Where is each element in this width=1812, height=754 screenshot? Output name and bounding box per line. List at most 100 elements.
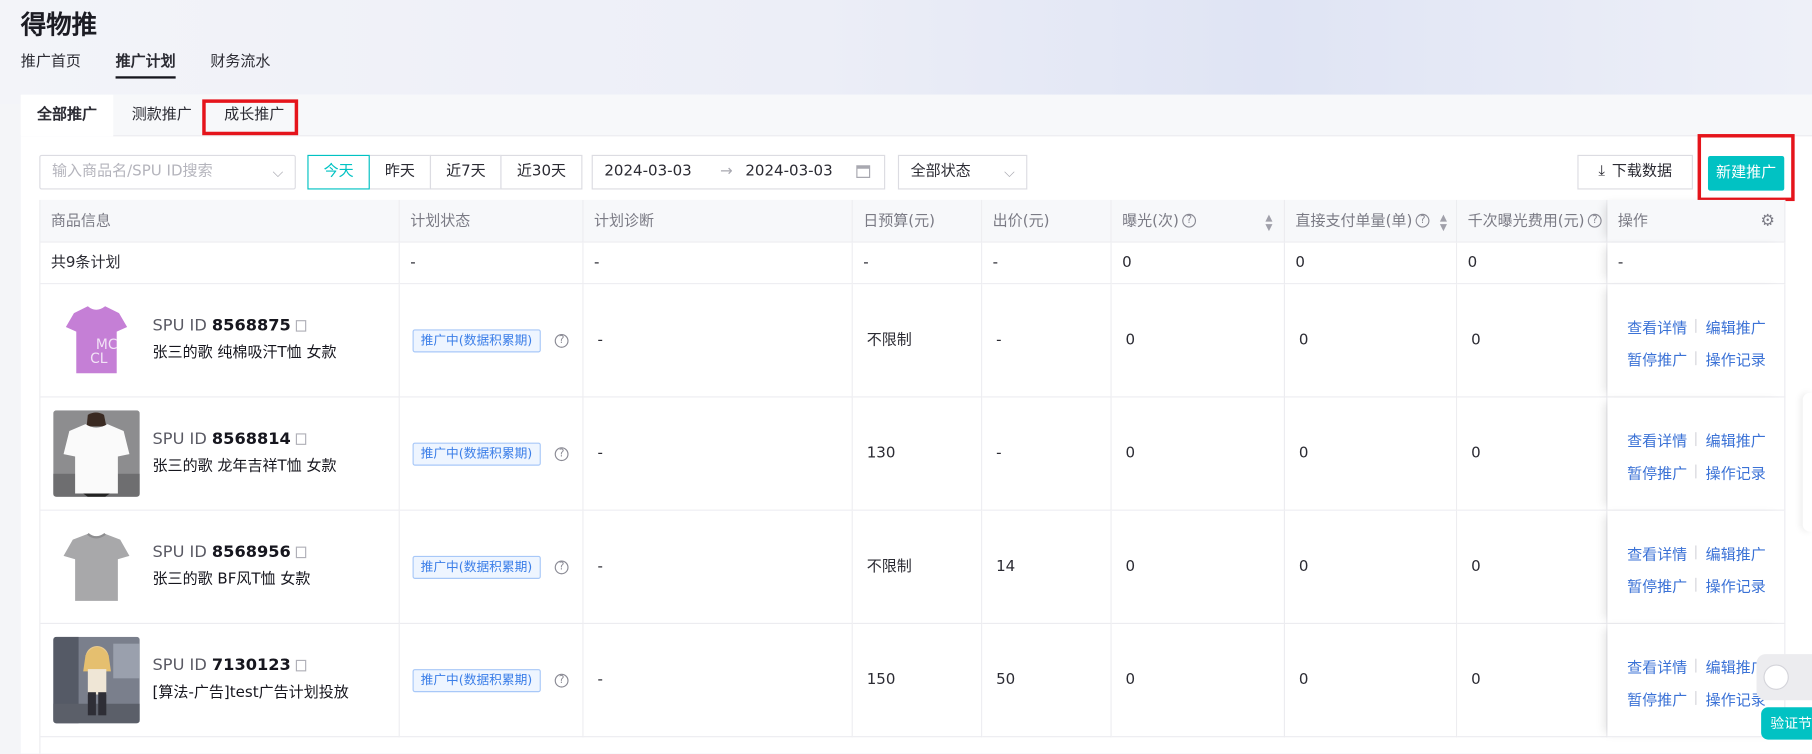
search-input[interactable]: 输入商品名/SPU ID搜索 ⌵	[39, 154, 296, 190]
view-detail-link[interactable]: 查看详情	[1627, 655, 1687, 677]
search-placeholder: 输入商品名/SPU ID搜索	[52, 162, 213, 181]
budget-cell: 150	[852, 624, 983, 738]
gear-icon[interactable]: ⚙	[1760, 200, 1775, 242]
verify-button[interactable]: 验证节	[1761, 707, 1812, 740]
top-nav: 推广首页 推广计划 财务流水	[21, 49, 271, 79]
col-header-cpm-label: 千次曝光费用(元)	[1467, 212, 1585, 230]
date-yesterday-button[interactable]: 昨天	[368, 154, 432, 190]
help-icon[interactable]: ?	[554, 673, 569, 688]
spu-id: SPU ID 8568814	[153, 430, 306, 448]
status-cell: 推广中(数据积累期)?	[399, 284, 584, 398]
view-detail-link[interactable]: 查看详情	[1627, 429, 1687, 450]
status-select[interactable]: 全部状态 ⌵	[897, 154, 1028, 190]
product-name: [算法-广告]test广告计划投放	[152, 684, 349, 702]
spu-id-value: 8568875	[211, 316, 291, 336]
product-info-cell: MC CL SPU ID 8568875 张三的歌 纯棉吸汗T恤 女款	[40, 284, 400, 398]
sort-icon[interactable]: ▲ ▼	[1265, 213, 1272, 232]
date-7days-button[interactable]: 近7天	[429, 154, 502, 190]
col-header-orders[interactable]: 直接支付单量(单)? ▲ ▼	[1285, 199, 1458, 243]
date-range-picker[interactable]: 2024-03-03 → 2024-03-03	[591, 154, 886, 190]
pause-promotion-link[interactable]: 暂停推广	[1627, 688, 1687, 709]
summary-cell: 0	[1285, 242, 1458, 285]
spu-prefix: SPU ID	[152, 543, 207, 562]
cpm-cell: 0	[1457, 284, 1608, 398]
spu-id-value: 8568814	[211, 429, 291, 449]
float-toggle[interactable]	[1756, 654, 1812, 701]
spu-prefix: SPU ID	[152, 429, 207, 449]
product-info-cell: SPU ID 7130123 [算法-广告]test广告计划投放	[40, 624, 400, 738]
pause-promotion-link[interactable]: 暂停推广	[1627, 461, 1687, 483]
pause-promotion-link[interactable]: 暂停推广	[1627, 348, 1687, 369]
orders-cell: 0	[1285, 397, 1458, 511]
product-name: 张三的歌 龙年吉祥T恤 女款	[152, 457, 337, 475]
edit-promotion-link[interactable]: 编辑推广	[1706, 542, 1766, 564]
tab-growth[interactable]: 成长推广	[208, 95, 300, 137]
copy-icon[interactable]	[295, 433, 306, 445]
copy-icon[interactable]	[295, 320, 306, 332]
copy-icon[interactable]	[295, 546, 306, 559]
tab-all[interactable]: 全部推广	[20, 94, 114, 137]
operation-log-link[interactable]: 操作记录	[1706, 348, 1766, 369]
bid-cell: -	[982, 397, 1112, 511]
filter-bar: 输入商品名/SPU ID搜索 ⌵ 今天 昨天 近7天 近30天 2024-03-…	[21, 154, 1812, 191]
cpm-cell: 0	[1457, 510, 1608, 625]
date-today-button[interactable]: 今天	[307, 154, 370, 190]
summary-count: 共9条计划	[40, 242, 400, 285]
link-divider	[1695, 432, 1697, 447]
nav-home[interactable]: 推广首页	[21, 49, 81, 79]
tab-test[interactable]: 测款推广	[116, 95, 208, 137]
product-thumbnail	[53, 410, 140, 497]
orders-cell: 0	[1285, 510, 1458, 625]
col-header-diagnosis: 计划诊断	[583, 199, 853, 243]
link-divider	[1695, 318, 1697, 333]
col-header-actions-label: 操作	[1617, 212, 1648, 230]
new-promotion-button[interactable]: 新建推广	[1707, 156, 1785, 191]
budget-cell: 130	[852, 397, 983, 511]
col-header-bid: 出价(元)	[982, 199, 1112, 243]
chevron-down-icon: ⌵	[272, 164, 284, 181]
diagnosis-cell: -	[583, 284, 853, 398]
budget-cell: 不限制	[852, 510, 983, 625]
spu-id-value: 7130123	[211, 656, 291, 675]
view-detail-link[interactable]: 查看详情	[1627, 542, 1687, 564]
exposure-cell: 0	[1111, 284, 1286, 398]
range-arrow-icon: →	[719, 162, 733, 181]
actions-cell: 查看详情 编辑推广 暂停推广 操作记录	[1607, 510, 1786, 625]
product-info-cell: SPU ID 8568814 张三的歌 龙年吉祥T恤 女款	[40, 397, 400, 511]
operation-log-link[interactable]: 操作记录	[1706, 461, 1766, 483]
app-title: 得物推	[20, 11, 98, 41]
copy-icon[interactable]	[295, 659, 306, 672]
col-header-actions: 操作 ⚙	[1607, 199, 1786, 243]
diagnosis-cell: -	[583, 624, 853, 738]
nav-plans[interactable]: 推广计划	[115, 49, 176, 79]
col-header-exposure[interactable]: 曝光(次)? ▲ ▼	[1111, 199, 1286, 243]
summary-cell: 0	[1457, 242, 1608, 285]
view-detail-link[interactable]: 查看详情	[1627, 315, 1687, 337]
status-cell: 推广中(数据积累期)?	[399, 510, 584, 625]
nav-finance[interactable]: 财务流水	[210, 49, 270, 79]
spu-id: SPU ID 8568875	[153, 317, 306, 335]
end-date: 2024-03-03	[745, 162, 833, 181]
edit-promotion-link[interactable]: 编辑推广	[1706, 429, 1766, 450]
edit-promotion-link[interactable]: 编辑推广	[1706, 315, 1766, 337]
sort-icon[interactable]: ▲ ▼	[1440, 213, 1447, 232]
operation-log-link[interactable]: 操作记录	[1706, 574, 1766, 596]
link-divider	[1695, 545, 1697, 560]
col-header-budget: 日预算(元)	[852, 199, 983, 243]
side-panel-handle[interactable]	[1802, 392, 1812, 532]
help-icon[interactable]: ?	[554, 333, 569, 348]
product-info-cell: SPU ID 8568956 张三的歌 BF风T恤 女款	[40, 510, 400, 625]
help-icon: ?	[1415, 213, 1430, 228]
help-icon[interactable]: ?	[554, 447, 569, 462]
help-icon[interactable]: ?	[554, 560, 569, 575]
cpm-cell: 0	[1457, 397, 1608, 511]
download-data-button[interactable]: ⤓ 下载数据	[1577, 154, 1693, 190]
status-badge: 推广中(数据积累期)	[412, 555, 541, 579]
date-30days-button[interactable]: 近30天	[500, 154, 583, 190]
link-divider	[1695, 658, 1697, 673]
spu-id-value: 8568956	[211, 543, 291, 562]
pause-promotion-link[interactable]: 暂停推广	[1627, 574, 1687, 596]
calendar-icon	[856, 165, 871, 178]
bid-cell: -	[982, 284, 1112, 398]
link-divider	[1695, 351, 1697, 366]
